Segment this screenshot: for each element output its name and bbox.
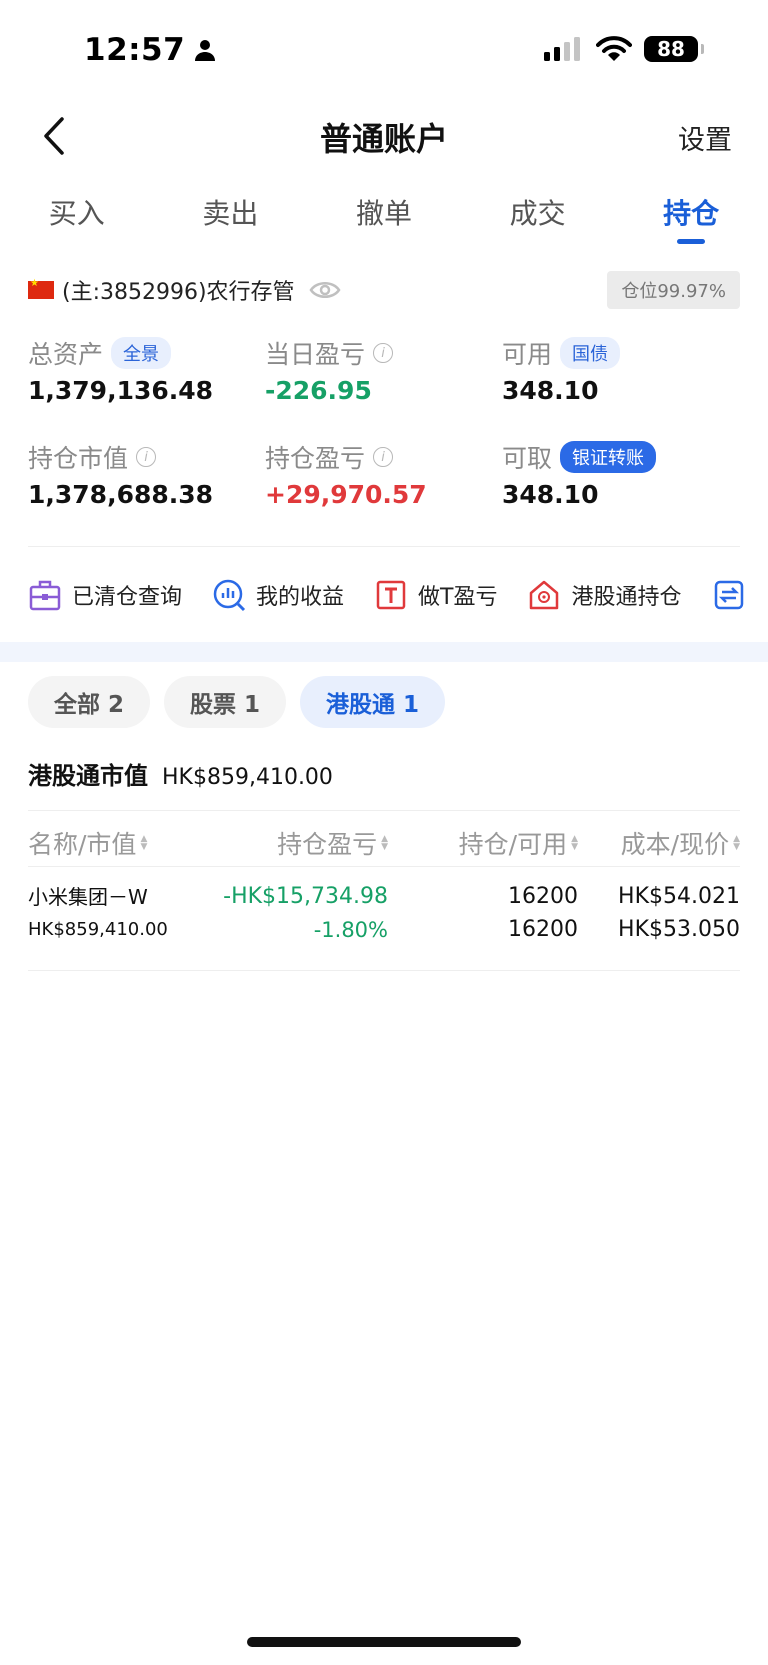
chart-search-icon [213, 579, 246, 612]
position-ratio-badge: 仓位99.97% [607, 271, 740, 309]
tab-buy[interactable]: 买入 [0, 186, 154, 256]
bank-transfer-button[interactable]: 银证转账 [560, 441, 657, 473]
nav-bar: 普通账户 设置 [0, 100, 768, 170]
available-label: 可用 [502, 340, 553, 369]
hk-house-icon [530, 580, 559, 610]
account-metrics: 总资产 全景 1,379,136.48 当日盈亏 i -226.95 可用 国债… [28, 334, 740, 542]
header-label: 持仓/可用 [458, 830, 568, 859]
position-value-amount: 1,378,688.38 [28, 480, 214, 509]
sort-icon: ▲ ▼ [140, 834, 148, 852]
quick-links: 已清仓查询 我的收益 做T盈亏 港股通持仓 [28, 572, 768, 618]
sort-cost-header[interactable]: 成本/现价 ▲ ▼ [578, 825, 740, 861]
withdrawable-value: 348.10 [502, 480, 599, 509]
position-pnl-label: 持仓盈亏 [265, 444, 366, 473]
settings-button[interactable]: 设置 [678, 118, 732, 157]
eye-icon [309, 282, 341, 298]
stock-market-value: HK$859,410.00 [28, 919, 168, 940]
account-selector[interactable]: (主:3852996)农行存管 [62, 274, 295, 306]
position-pnl-value: +29,970.57 [265, 480, 427, 509]
status-icons: 88 [544, 36, 704, 62]
t-box-icon [376, 580, 406, 610]
tab-positions[interactable]: 持仓 [614, 186, 768, 256]
total-assets: 总资产 全景 1,379,136.48 [28, 334, 265, 438]
stock-price: HK$53.050 [618, 917, 740, 942]
signal-icon [544, 37, 580, 61]
person-icon [195, 40, 216, 61]
page-title: 普通账户 [319, 120, 448, 158]
hk-market-value-label: 港股通市值 [28, 762, 148, 790]
account-line: (主:3852996)农行存管 仓位99.97% [28, 270, 740, 310]
daily-pnl-value: -226.95 [265, 376, 372, 405]
quick-link-label: 港股通持仓 [571, 585, 682, 610]
exchange-icon [714, 580, 743, 610]
sort-icon: ▲ ▼ [571, 834, 578, 852]
status-bar: 12:57 88 [0, 0, 768, 100]
total-assets-label: 总资产 [28, 340, 104, 369]
stock-available: 16200 [508, 917, 578, 942]
hk-market-value: 港股通市值 HK$859,410.00 [28, 756, 333, 791]
china-flag-icon [28, 278, 54, 299]
withdrawable-label: 可取 [502, 444, 553, 473]
withdrawable-funds: 可取 银证转账 348.10 [502, 438, 739, 542]
position-value-label: 持仓市值 [28, 444, 129, 473]
tab-sell[interactable]: 卖出 [154, 186, 308, 256]
cleared-positions-link[interactable]: 已清仓查询 [28, 578, 182, 612]
more-link[interactable] [712, 578, 756, 612]
divider [28, 866, 740, 867]
info-icon[interactable]: i [373, 343, 394, 363]
panorama-button[interactable]: 全景 [111, 337, 172, 369]
section-separator [0, 642, 768, 662]
filter-hk-connect[interactable]: 港股通 1 [300, 676, 446, 728]
position-value: 持仓市值 i 1,378,688.38 [28, 438, 265, 542]
filter-all[interactable]: 全部 2 [28, 676, 151, 728]
home-indicator[interactable] [247, 1637, 521, 1647]
total-assets-value: 1,379,136.48 [28, 376, 214, 405]
quick-link-label: 我的收益 [256, 585, 345, 610]
daily-pnl-label: 当日盈亏 [265, 340, 366, 369]
treasury-bond-button[interactable]: 国债 [560, 337, 621, 369]
available-funds: 可用 国债 348.10 [502, 334, 739, 438]
status-time: 12:57 [84, 32, 217, 68]
divider [28, 546, 740, 547]
battery-icon: 88 [644, 36, 704, 62]
trade-tabs: 买入 卖出 撤单 成交 持仓 [0, 186, 768, 256]
header-label: 名称/市值 [28, 830, 137, 859]
quick-link-label: 已清仓查询 [72, 585, 183, 610]
divider [28, 970, 740, 971]
my-earnings-link[interactable]: 我的收益 [212, 578, 344, 612]
stock-pnl: -HK$15,734.98 [223, 884, 388, 909]
header-label: 成本/现价 [620, 830, 730, 859]
available-value: 348.10 [502, 376, 599, 405]
sort-pnl-header[interactable]: 持仓盈亏 ▲ ▼ [204, 825, 388, 861]
divider [28, 810, 740, 811]
time-text: 12:57 [84, 32, 186, 68]
sort-name-header[interactable]: 名称/市值 ▲ ▼ [28, 825, 204, 861]
stock-position: 16200 [508, 884, 578, 909]
wifi-icon [596, 36, 632, 61]
stock-cost: HK$54.021 [618, 884, 740, 909]
position-filters: 全部 2 股票 1 港股通 1 [28, 676, 446, 728]
sort-position-header[interactable]: 持仓/可用 ▲ ▼ [388, 825, 578, 861]
sort-icon: ▲ ▼ [733, 834, 740, 852]
hk-connect-positions-link[interactable]: 港股通持仓 [527, 578, 682, 612]
eye-toggle-button[interactable] [309, 279, 341, 301]
briefcase-icon [29, 580, 61, 611]
info-icon[interactable]: i [136, 447, 157, 467]
positions-table-header: 名称/市值 ▲ ▼ 持仓盈亏 ▲ ▼ 持仓/可用 ▲ ▼ 成本/现价 ▲ ▼ [28, 820, 740, 866]
table-row[interactable]: 小米集团－W HK$859,410.00 -HK$15,734.98 -1.80… [28, 880, 740, 970]
header-label: 持仓盈亏 [277, 830, 378, 859]
quick-link-label: 做T盈亏 [418, 585, 498, 610]
stock-name: 小米集团－W [28, 885, 148, 909]
tab-cancel[interactable]: 撤单 [307, 186, 461, 256]
sort-icon: ▲ ▼ [381, 834, 388, 852]
daily-pnl: 当日盈亏 i -226.95 [265, 334, 502, 438]
stock-pnl-pct: -1.80% [313, 918, 388, 942]
t-trade-pnl-link[interactable]: 做T盈亏 [374, 578, 497, 612]
filter-stocks[interactable]: 股票 1 [164, 676, 287, 728]
hk-market-value-amount: HK$859,410.00 [162, 765, 333, 790]
info-icon[interactable]: i [373, 447, 394, 467]
tab-deals[interactable]: 成交 [461, 186, 615, 256]
position-pnl: 持仓盈亏 i +29,970.57 [265, 438, 502, 542]
battery-level: 88 [657, 37, 685, 61]
